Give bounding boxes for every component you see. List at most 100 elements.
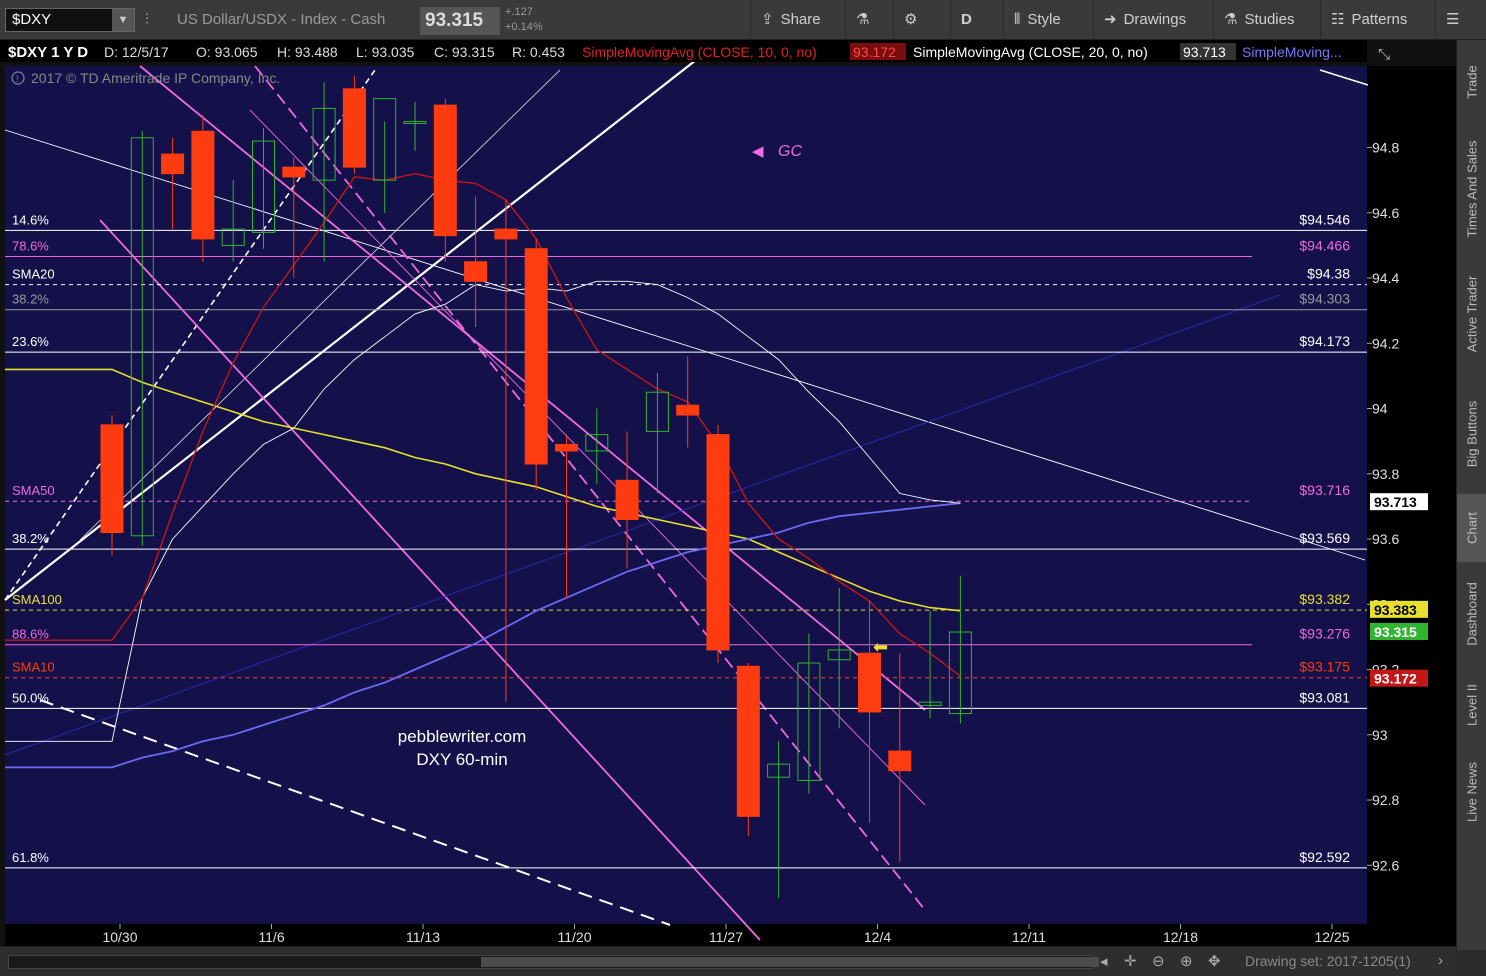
side-tab-label: Active Trader xyxy=(1464,275,1480,353)
candle-body xyxy=(524,248,548,465)
header-sma10-value: 93.172 xyxy=(853,44,896,60)
zoom-out-icon[interactable]: ⊖ xyxy=(1152,952,1165,970)
level-right-label: $94.303 xyxy=(1299,291,1350,307)
candle-body xyxy=(100,424,124,534)
x-tick-label: 12/11 xyxy=(1012,929,1046,945)
gc-arrow-icon: ◀ xyxy=(752,143,764,160)
period-button[interactable]: D xyxy=(950,0,990,40)
level-right-label: $94.173 xyxy=(1299,333,1350,349)
gc-annotation: GC xyxy=(778,143,802,160)
y-tick-label: 92.6 xyxy=(1372,857,1399,873)
collapse-icon[interactable]: ⤡ xyxy=(1378,46,1390,63)
horizontal-scrollbar[interactable] xyxy=(8,955,1099,969)
level-right-label: $94.38 xyxy=(1307,266,1350,282)
style-icon: ⫴ xyxy=(1014,11,1021,28)
crosshair-icon[interactable]: ✛ xyxy=(1124,952,1137,970)
symbol-text: $DXY xyxy=(12,11,52,28)
level-right-label: $94.546 xyxy=(1299,211,1350,227)
header-sma10-label: SimpleMovingAvg (CLOSE, 10, 0, no) xyxy=(582,44,817,60)
x-tick-label: 12/4 xyxy=(864,929,891,945)
price-badge-label: 93.315 xyxy=(1374,624,1417,640)
level-right-label: $93.175 xyxy=(1299,659,1350,675)
candle-body xyxy=(888,750,912,772)
patterns-button[interactable]: ☷ Patterns xyxy=(1320,0,1430,40)
candle-body xyxy=(433,104,457,237)
style-button[interactable]: ⫴ Style xyxy=(1003,0,1091,40)
chart-area[interactable]: 14.6% $94.546 78.6% $94.466 SMA20 $94.38 38.2%… xyxy=(0,9,1456,950)
drawings-button[interactable]: ➜ Drawings xyxy=(1093,0,1209,40)
info-icon-glyph: ! xyxy=(16,74,19,84)
side-tab-live-news[interactable]: Live News xyxy=(1457,744,1486,840)
menu-button[interactable]: ☰ xyxy=(1435,0,1486,40)
header-sma20-value: 93.713 xyxy=(1183,44,1226,60)
link-icon[interactable]: ⫶ xyxy=(145,11,149,28)
chevron-down-icon[interactable]: ▼ xyxy=(112,9,134,31)
share-icon: ⇪ xyxy=(761,11,774,28)
price-badge-label: 93.383 xyxy=(1374,602,1417,618)
candle-body xyxy=(555,443,578,452)
last-price: 93.315 xyxy=(420,7,500,35)
studies-icon: ⚗ xyxy=(1224,11,1238,28)
header-low: L: 93.035 xyxy=(356,44,415,60)
price-chart[interactable]: 14.6% $94.546 78.6% $94.466 SMA20 $94.38 38.2%… xyxy=(0,9,1456,950)
y-tick-label: 94.2 xyxy=(1372,335,1399,351)
candle-body xyxy=(736,665,760,817)
change-abs: +.127 xyxy=(505,6,533,18)
symbol-selector[interactable]: $DXY ▼ xyxy=(5,8,135,32)
x-tick-label: 11/6 xyxy=(258,929,284,945)
chevron-right-icon[interactable]: › xyxy=(1438,952,1443,969)
level-right-label: $93.382 xyxy=(1299,591,1350,607)
x-tick-label: 11/27 xyxy=(709,929,743,945)
level-left-label: 61.8% xyxy=(12,850,49,865)
y-tick-label: 92.8 xyxy=(1372,792,1399,808)
side-tab-active-trader[interactable]: Active Trader xyxy=(1457,254,1486,374)
header-close: C: 93.315 xyxy=(434,44,495,60)
watermark-line1: pebblewriter.com xyxy=(398,727,527,746)
x-tick-label: 12/25 xyxy=(1314,929,1349,945)
level-right-label: $93.081 xyxy=(1299,689,1350,705)
side-tab-level-ii[interactable]: Level II xyxy=(1457,665,1486,744)
candle-body xyxy=(191,130,215,240)
scroll-left-icon[interactable]: ◂ xyxy=(1100,952,1108,970)
level-left-label: SMA50 xyxy=(12,483,55,498)
share-button[interactable]: ⇪ Share xyxy=(750,0,840,40)
copyright-text: 2017 © TD Ameritrade IP Company, Inc. xyxy=(31,70,280,86)
studies-button[interactable]: ⚗ Studies xyxy=(1213,0,1316,40)
side-tab-label: Dashboard xyxy=(1464,581,1480,646)
side-panel: Trade Times And Sales Active Trader Big But… xyxy=(1456,40,1486,950)
flask-button[interactable]: ⚗ xyxy=(845,0,887,40)
flask-icon: ⚗ xyxy=(856,11,870,28)
side-tab-dashboard[interactable]: Dashboard xyxy=(1457,562,1486,665)
level-right-label: $94.466 xyxy=(1299,238,1350,254)
x-tick-label: 11/13 xyxy=(406,929,440,945)
candle-body xyxy=(858,652,881,713)
scrollbar-thumb[interactable] xyxy=(481,957,1099,967)
watermark-line2: DXY 60-min xyxy=(416,750,507,769)
candle-body xyxy=(342,88,366,168)
y-tick-label: 94 xyxy=(1372,401,1388,417)
x-tick-label: 12/18 xyxy=(1163,929,1198,945)
bottom-bar: ◂ ✛ ⊖ ⊕ ✥ Drawing set: 2017-1205(1) › xyxy=(0,946,1456,976)
side-tab-times-and-sales[interactable]: Times And Sales xyxy=(1457,124,1486,254)
drag-icon[interactable]: ✥ xyxy=(1208,952,1221,970)
candle-body xyxy=(615,479,639,520)
header-open: O: 93.065 xyxy=(196,44,258,60)
side-tab-label: Chart xyxy=(1464,512,1480,544)
side-tab-chart[interactable]: Chart xyxy=(1457,494,1486,562)
level-left-label: 78.6% xyxy=(12,239,49,254)
level-left-label: 14.6% xyxy=(12,212,49,227)
y-tick-label: 93 xyxy=(1372,727,1388,743)
side-tab-big-buttons[interactable]: Big Buttons xyxy=(1457,374,1486,494)
side-tab-trade[interactable]: Trade xyxy=(1457,40,1486,124)
settings-button[interactable]: ⚙ xyxy=(893,0,935,40)
price-badge-label: 93.713 xyxy=(1374,494,1417,510)
y-tick-label: 94.8 xyxy=(1372,140,1399,156)
level-left-label: 23.6% xyxy=(12,334,49,349)
y-tick-label: 93.6 xyxy=(1372,531,1399,547)
zoom-in-icon[interactable]: ⊕ xyxy=(1180,952,1193,970)
level-right-label: $93.716 xyxy=(1299,482,1350,498)
level-left-label: 38.2% xyxy=(12,292,49,307)
y-tick-label: 94.4 xyxy=(1372,270,1399,286)
drawings-icon: ➜ xyxy=(1104,11,1117,28)
level-right-label: $93.569 xyxy=(1299,530,1350,546)
